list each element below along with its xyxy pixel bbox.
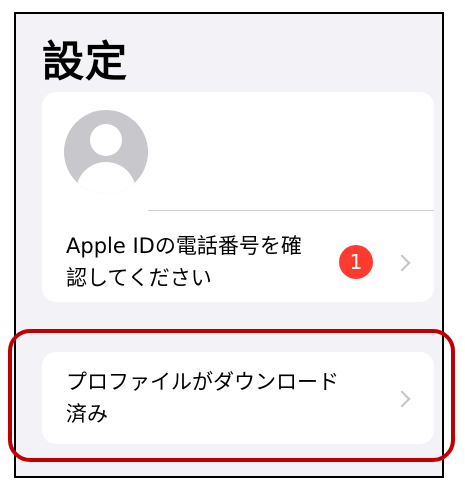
avatar-head	[90, 124, 122, 156]
avatar-body	[76, 162, 136, 194]
page-title: 設定	[42, 37, 129, 86]
account-card[interactable]: Apple IDの電話番号を確 認してください 1	[42, 92, 434, 302]
person-silhouette-icon[interactable]	[64, 110, 148, 194]
chevron-right-icon	[393, 254, 411, 272]
divider	[148, 210, 434, 211]
highlight-annotation	[8, 329, 455, 462]
verify-phone-label: Apple IDの電話番号を確 認してください	[66, 234, 302, 290]
notification-badge: 1	[339, 245, 373, 279]
